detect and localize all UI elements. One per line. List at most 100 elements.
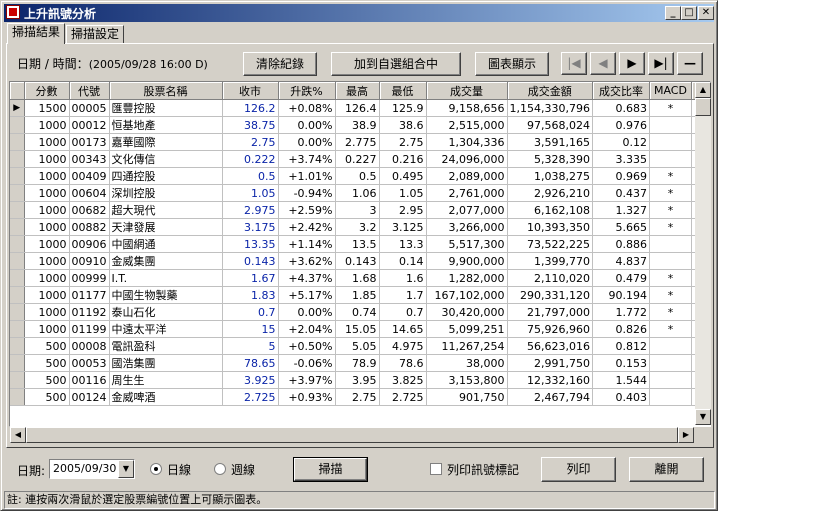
table-row[interactable]: 1000 00343 文化傳信 0.222 +3.74% 0.227 0.216 24,096… [10, 150, 700, 168]
cell-name: 電訊盈科 [109, 337, 223, 355]
cell-name: 中國生物製藥 [109, 286, 223, 304]
horizontal-scroll-thumb[interactable] [26, 427, 678, 443]
corner-cell [10, 82, 25, 100]
row-selector[interactable] [10, 116, 25, 134]
row-selector[interactable] [10, 184, 25, 202]
col-header-low[interactable]: 最低 [379, 82, 427, 100]
table-row[interactable]: 1000 01192 泰山石化 0.7 0.00% 0.74 0.7 30,420,000 21… [10, 303, 700, 321]
cell-macd: * [649, 320, 692, 338]
cell-change: +2.59% [278, 201, 336, 219]
current-row-arrow-icon[interactable]: ▶ [10, 99, 25, 117]
table-row[interactable]: 500 00008 電訊盈科 5 +0.50% 5.05 4.975 11,267,254 56… [10, 337, 700, 355]
cell-change: +0.93% [278, 388, 336, 406]
cell-ratio: 1.544 [592, 371, 650, 389]
table-row[interactable]: 1000 00012 恒基地產 38.75 0.00% 38.9 38.6 2,515,000… [10, 116, 700, 134]
table-row[interactable]: ▶ 1500 00005 匯豐控股 126.2 +0.08% 126.4 125.9 9,158… [10, 99, 700, 117]
table-row[interactable]: 1000 00682 超大現代 2.975 +2.59% 3 2.95 2,077,000 6,… [10, 201, 700, 219]
show-chart-button[interactable]: 圖表顯示 [475, 52, 549, 76]
col-header-score[interactable]: 分數 [24, 82, 70, 100]
col-header-high[interactable]: 最高 [335, 82, 380, 100]
row-selector[interactable] [10, 354, 25, 372]
title-bar[interactable]: 上升訊號分析 _ □ ✕ [4, 4, 714, 22]
row-selector[interactable] [10, 218, 25, 236]
table-row[interactable]: 1000 00604 深圳控股 1.05 -0.94% 1.06 1.05 2,761,000… [10, 184, 700, 202]
col-header-turnover[interactable]: 成交金額 [507, 82, 593, 100]
row-selector[interactable] [10, 235, 25, 253]
col-header-change[interactable]: 升跌% [278, 82, 336, 100]
table-row[interactable]: 500 00053 國浩集團 78.65 -0.06% 78.9 78.6 38,000 2,9… [10, 354, 700, 372]
row-selector[interactable] [10, 371, 25, 389]
row-selector[interactable] [10, 150, 25, 168]
row-selector[interactable] [10, 303, 25, 321]
col-header-close[interactable]: 收市 [222, 82, 279, 100]
col-header-ratio[interactable]: 成交比率 [592, 82, 650, 100]
scroll-right-icon[interactable]: ▶ [678, 427, 694, 443]
table-row[interactable]: 1000 01177 中國生物製藥 1.83 +5.17% 1.85 1.7 167,102,… [10, 286, 700, 304]
cell-macd [649, 252, 692, 270]
cell-score: 1000 [24, 150, 70, 168]
date-combobox[interactable]: 2005/09/30 ▼ [49, 459, 135, 479]
col-header-macd[interactable]: MACD [649, 82, 692, 100]
maximize-icon[interactable]: □ [681, 6, 697, 20]
table-row[interactable]: 1000 00409 四通控股 0.5 +1.01% 0.5 0.495 2,089,000 1… [10, 167, 700, 185]
minimize-icon[interactable]: _ [665, 6, 681, 20]
tab-scan-settings[interactable]: 掃描設定 [66, 25, 124, 44]
col-header-name[interactable]: 股票名稱 [109, 82, 223, 100]
row-selector[interactable] [10, 252, 25, 270]
scroll-left-icon[interactable]: ◀ [10, 427, 26, 443]
cell-ratio: 0.812 [592, 337, 650, 355]
col-header-volume[interactable]: 成交量 [426, 82, 508, 100]
print-button[interactable]: 列印 [541, 457, 616, 482]
cell-close: 3.925 [222, 371, 279, 389]
first-icon[interactable]: |◀ [561, 52, 587, 75]
cell-score: 1000 [24, 320, 70, 338]
cell-turnover: 56,623,016 [507, 337, 593, 355]
cell-close: 38.75 [222, 116, 279, 134]
print-mark-checkbox[interactable] [430, 463, 442, 475]
daily-radio[interactable] [150, 463, 162, 475]
results-grid[interactable]: 分數 代號 股票名稱 收市 升跌% 最高 最低 成交量 成交金額 成交比率 MA… [9, 81, 711, 427]
cell-macd: * [649, 286, 692, 304]
exit-button[interactable]: 離開 [629, 457, 704, 482]
daily-label[interactable]: 日線 [167, 461, 191, 478]
table-row[interactable]: 1000 00999 I.T. 1.67 +4.37% 1.68 1.6 1,282,000 2… [10, 269, 700, 287]
table-row[interactable]: 1000 00173 嘉華國際 2.75 0.00% 2.775 2.75 1,304,336… [10, 133, 700, 151]
prev-icon[interactable]: ◀ [590, 52, 616, 75]
vertical-scrollbar[interactable]: ▲ ▼ [695, 82, 711, 425]
cell-score: 1000 [24, 133, 70, 151]
print-mark-label[interactable]: 列印訊號標記 [447, 461, 519, 478]
scroll-down-icon[interactable]: ▼ [695, 409, 711, 425]
cell-volume: 3,153,800 [426, 371, 508, 389]
row-selector[interactable] [10, 167, 25, 185]
scroll-up-icon[interactable]: ▲ [695, 82, 711, 98]
table-row[interactable]: 500 00116 周生生 3.925 +3.97% 3.95 3.825 3,153,800… [10, 371, 700, 389]
add-to-watchlist-button[interactable]: 加到自選組合中 [331, 52, 461, 76]
weekly-label[interactable]: 週線 [231, 461, 255, 478]
remove-icon[interactable]: — [677, 52, 703, 75]
row-selector[interactable] [10, 286, 25, 304]
tab-scan-results[interactable]: 掃描結果 [7, 23, 65, 44]
row-selector[interactable] [10, 269, 25, 287]
table-row[interactable]: 1000 00906 中國網通 13.35 +1.14% 13.5 13.3 5,517,30… [10, 235, 700, 253]
row-selector[interactable] [10, 133, 25, 151]
next-icon[interactable]: ▶ [619, 52, 645, 75]
clear-records-button[interactable]: 清除紀錄 [243, 52, 317, 76]
row-selector[interactable] [10, 337, 25, 355]
table-row[interactable]: 1000 01199 中遠太平洋 15 +2.04% 15.05 14.65 5,099,25… [10, 320, 700, 338]
col-header-code[interactable]: 代號 [69, 82, 110, 100]
row-selector[interactable] [10, 388, 25, 406]
row-selector[interactable] [10, 320, 25, 338]
table-row[interactable]: 1000 00910 金威集團 0.143 +3.62% 0.143 0.14 9,900,0… [10, 252, 700, 270]
cell-low: 3.125 [379, 218, 427, 236]
last-icon[interactable]: ▶| [648, 52, 674, 75]
horizontal-scrollbar[interactable]: ◀ ▶ [10, 427, 694, 443]
table-row[interactable]: 500 00124 金威啤酒 2.725 +0.93% 2.75 2.725 901,750 2… [10, 388, 700, 406]
chevron-down-icon[interactable]: ▼ [118, 460, 134, 478]
row-selector[interactable] [10, 201, 25, 219]
vertical-scroll-thumb[interactable] [695, 98, 711, 116]
weekly-radio[interactable] [214, 463, 226, 475]
close-icon[interactable]: ✕ [698, 6, 714, 20]
scan-button[interactable]: 掃描 [293, 457, 368, 482]
cell-macd [649, 116, 692, 134]
table-row[interactable]: 1000 00882 天津發展 3.175 +2.42% 3.2 3.125 3,266,00… [10, 218, 700, 236]
